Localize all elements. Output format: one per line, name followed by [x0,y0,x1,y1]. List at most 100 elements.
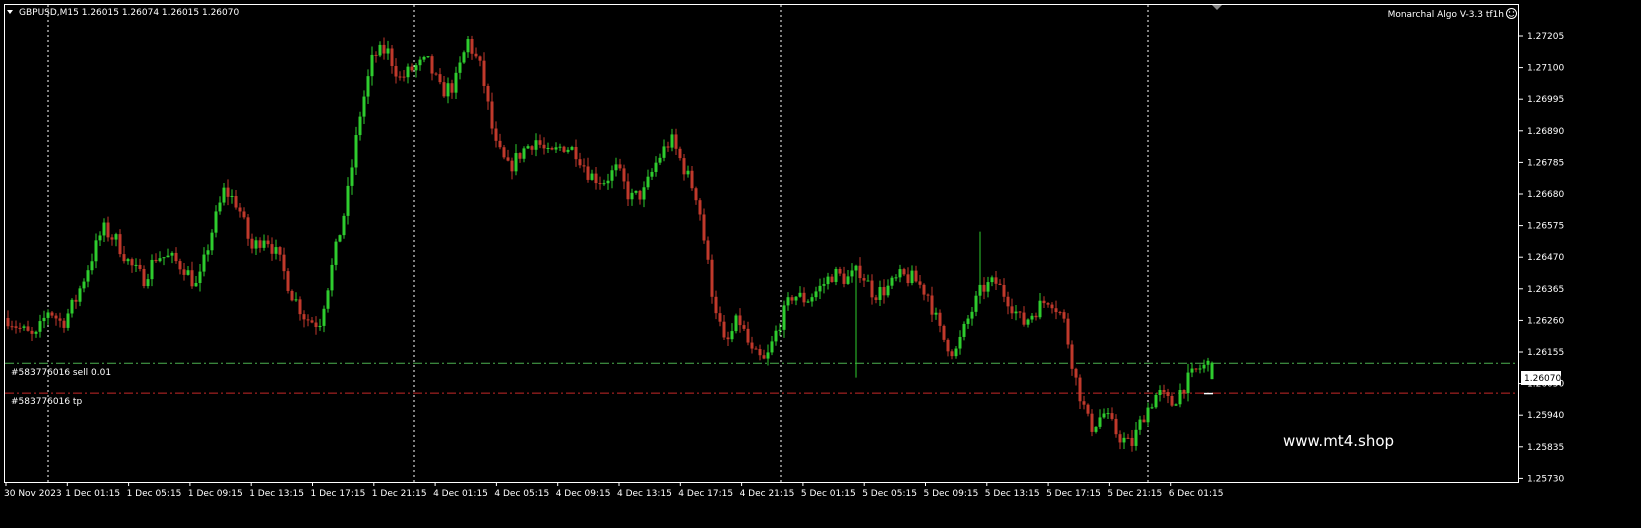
bear-candle [30,330,34,334]
bull-candle [958,336,962,349]
bull-candle [210,232,214,251]
bear-candle [622,168,626,182]
chart-canvas[interactable]: 1.27205 1.27100 1.26995 1.26890 1.26785 1.266… [0,0,1641,528]
price-tick-label: 1.25730 [1527,474,1564,484]
tp-order-label: #583776016 tp [11,397,82,407]
time-tick-label: 4 Dec 13:15 [617,489,672,499]
bear-candle [506,157,510,161]
bear-candle [178,261,182,270]
bull-candle [546,147,550,149]
bull-candle [90,261,94,271]
bull-candle [254,240,258,249]
bear-candle [742,325,746,329]
bull-candle [230,195,234,197]
price-tick-label: 1.26470 [1527,253,1564,263]
bull-candle [786,297,790,306]
bear-candle [1074,368,1078,378]
symbol-menu-icon[interactable] [7,10,13,14]
price-chart[interactable]: 1.27205 1.27100 1.26995 1.26890 1.26785 1.266… [0,0,1641,528]
bull-candle [658,157,662,163]
time-tick-label: 4 Dec 09:15 [556,489,611,499]
bull-candle [850,270,854,277]
bull-candle [354,135,358,168]
bull-candle [826,276,830,285]
bear-candle [706,240,710,260]
bull-candle [1106,413,1110,415]
bull-candle [570,146,574,150]
bull-candle [426,56,430,58]
bull-candle [1098,417,1102,427]
bull-candle [890,277,894,286]
bear-candle [1142,419,1146,423]
bear-candle [678,148,682,159]
candles [6,35,1214,452]
bear-candle [802,292,806,303]
bull-candle [1206,360,1210,365]
bull-candle [214,211,218,233]
bull-candle [322,308,326,326]
chart-shift-marker[interactable] [1212,5,1222,10]
bull-candle [370,54,374,77]
bull-candle [346,185,350,216]
bull-candle [614,164,618,171]
bull-candle [974,295,978,312]
bear-candle [1006,296,1010,307]
bear-candle [450,83,454,93]
bear-candle [1090,413,1094,432]
price-tick-label: 1.26575 [1527,222,1564,232]
time-tick-label: 5 Dec 05:15 [862,489,917,499]
price-tick-label: 1.26155 [1527,348,1564,358]
bear-candle [862,278,866,281]
bull-candle [794,296,798,301]
bull-candle [630,192,634,200]
bear-candle [390,48,394,67]
bull-candle [1154,394,1158,408]
bear-candle [474,53,478,57]
bear-candle [726,337,730,340]
bull-candle [770,341,774,353]
bear-candle [282,254,286,272]
bull-candle [126,259,130,262]
bear-candle [830,276,834,282]
bull-candle [342,215,346,236]
bear-candle [674,134,678,149]
bull-candle [1102,413,1106,418]
bear-candle [982,284,986,292]
bear-candle [906,274,910,284]
bull-candle [734,315,738,332]
bear-candle [690,170,694,189]
bear-candle [918,281,922,285]
bull-candle [1178,389,1182,405]
bull-candle [170,252,174,256]
bull-candle [462,52,466,63]
bull-candle [798,292,802,297]
sell-order-label: #583776016 sell 0.01 [11,368,111,378]
bear-candle [550,147,554,150]
price-tick-label: 1.26995 [1527,95,1564,105]
bear-candle [154,259,158,262]
bear-candle [142,268,146,287]
time-tick-label: 4 Dec 21:15 [740,489,795,499]
svg-text:1.26070: 1.26070 [1524,374,1561,384]
bull-candle [42,317,46,322]
smiley-icon [1506,8,1517,19]
bear-candle [946,339,950,352]
bull-candle [446,83,450,97]
bear-candle [694,188,698,201]
bull-candle [910,270,914,284]
bull-candle [334,241,338,265]
bull-candle [634,190,638,193]
bear-candle [250,238,254,249]
bear-candle [470,39,474,54]
bear-candle [902,269,906,275]
bear-candle [1042,300,1046,304]
bull-candle [1038,300,1042,318]
bear-candle [1078,377,1082,402]
bull-candle [650,171,654,177]
bull-candle [38,321,42,332]
bear-candle [1082,401,1086,405]
bull-candle [222,187,226,203]
bear-candle [290,290,294,301]
bull-candle [554,147,558,150]
bull-candle [338,235,342,242]
